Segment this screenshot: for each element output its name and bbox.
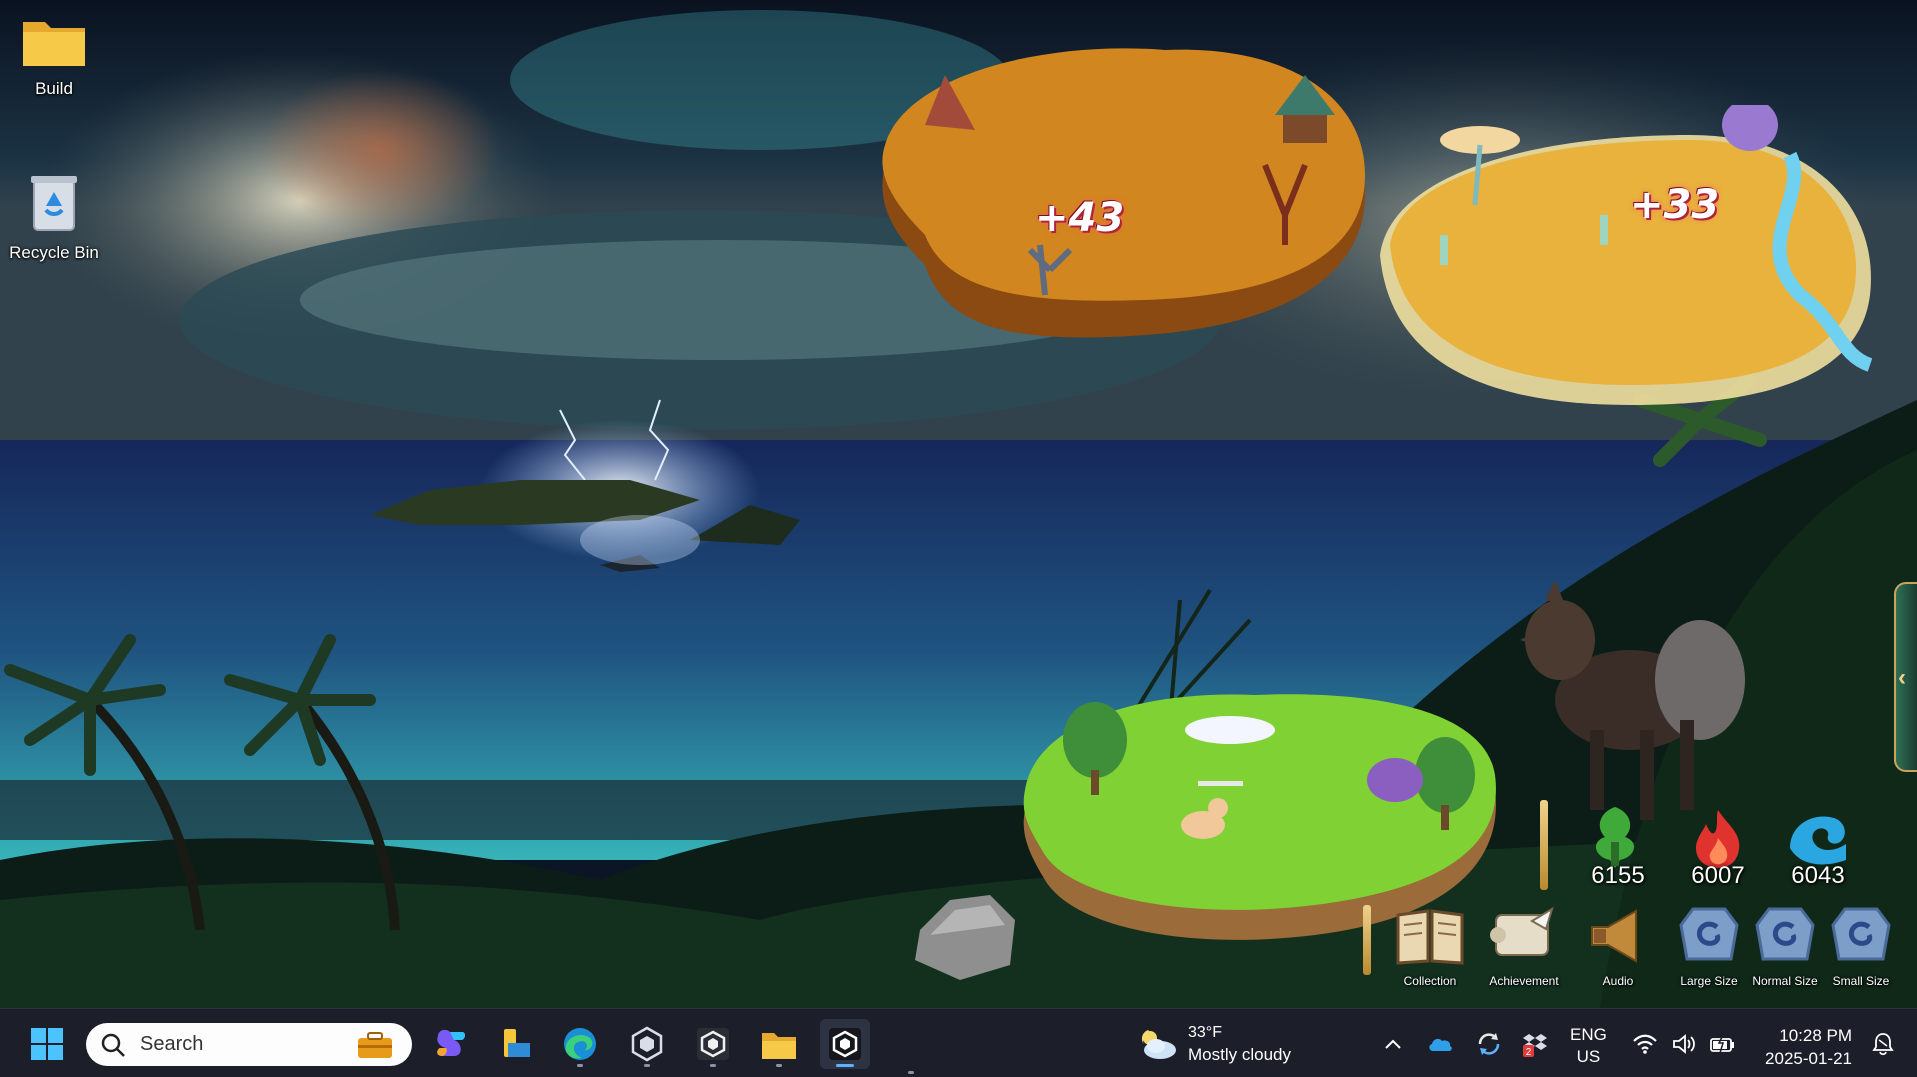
desktop-icon-build[interactable]: Build <box>4 12 104 99</box>
bell-notification-icon <box>1872 1033 1894 1056</box>
unity-cube-icon <box>697 1028 729 1060</box>
desktop-icon-label: Recycle Bin <box>9 243 99 262</box>
dropbox-tray-button[interactable]: 2 <box>1520 1029 1550 1059</box>
file-explorer-blue-icon <box>504 1029 530 1057</box>
clock-date[interactable]: 10:28 PM 2025-01-21 <box>1752 1024 1852 1070</box>
wifi-icon <box>1633 1034 1657 1054</box>
onedrive-tray-button[interactable] <box>1425 1029 1455 1059</box>
scroll-icon <box>1490 906 1554 956</box>
audio-button[interactable]: Audio <box>1577 905 1659 988</box>
region-code: US <box>1576 1047 1601 1066</box>
large-size-gem-icon <box>1679 907 1739 961</box>
sync-icon <box>1478 1033 1500 1055</box>
normal-size-label: Normal Size <box>1752 974 1818 988</box>
earth-count: 6155 <box>1591 862 1645 889</box>
audio-label: Audio <box>1602 974 1634 988</box>
normal-size-button[interactable]: Normal Size <box>1746 905 1824 988</box>
sync-tray-button[interactable] <box>1474 1029 1504 1059</box>
small-size-label: Small Size <box>1832 974 1890 988</box>
collection-button[interactable]: Collection <box>1389 905 1471 988</box>
water-count: 6043 <box>1791 862 1845 889</box>
taskbar-search[interactable]: Search <box>86 1023 412 1066</box>
clock-time: 10:28 PM <box>1779 1026 1852 1045</box>
large-size-label: Large Size <box>1680 974 1738 988</box>
speaker-volume-icon <box>1673 1034 1695 1054</box>
chevron-left-icon: ‹ <box>1898 664 1906 691</box>
collection-label: Collection <box>1403 974 1457 988</box>
volume-button[interactable] <box>1670 1029 1700 1059</box>
taskbar-files-app[interactable] <box>490 1019 540 1069</box>
copilot-icon <box>437 1029 465 1056</box>
start-button[interactable] <box>22 1019 72 1069</box>
show-hidden-icons-button[interactable] <box>1378 1029 1408 1059</box>
clock-date-text: 2025-01-21 <box>1765 1049 1852 1068</box>
normal-size-gem-icon <box>1755 907 1815 961</box>
horn-speaker-icon <box>1591 909 1637 963</box>
weather-condition: Mostly cloudy <box>1188 1045 1291 1064</box>
book-icon <box>1396 909 1464 965</box>
taskbar-edge[interactable] <box>555 1019 605 1069</box>
notification-badge: 2 <box>1526 1047 1532 1058</box>
battery-charging-icon <box>1710 1034 1734 1054</box>
folder-icon <box>23 22 85 66</box>
onedrive-cloud-icon <box>1429 1038 1452 1051</box>
windows-logo-icon <box>31 1028 63 1060</box>
desert-island-gain: +33 <box>1630 182 1720 228</box>
small-size-button[interactable]: Small Size <box>1822 905 1900 988</box>
taskbar-unity-editor[interactable] <box>688 1019 738 1069</box>
taskbar-unity-game[interactable] <box>820 1019 870 1069</box>
weather-temperature: 33°F <box>1188 1024 1222 1041</box>
network-button[interactable] <box>1630 1029 1660 1059</box>
briefcase-icon <box>358 1032 392 1058</box>
desktop-icon-recycle-bin[interactable]: Recycle Bin <box>4 170 104 263</box>
edge-browser-icon <box>564 1028 596 1060</box>
taskbar-copilot[interactable] <box>425 1019 475 1069</box>
taskbar-file-explorer[interactable] <box>754 1019 804 1069</box>
battery-button[interactable] <box>1708 1029 1738 1059</box>
partly-cloudy-moon-icon <box>1141 1030 1176 1059</box>
achievement-button[interactable]: Achievement <box>1483 905 1565 988</box>
taskbar-overflow-indicator <box>908 1071 914 1074</box>
fire-count: 6007 <box>1691 862 1745 889</box>
desert-island[interactable] <box>1370 105 1880 415</box>
folder-icon <box>762 1033 796 1059</box>
hud-divider <box>1540 800 1548 890</box>
unity-cube-icon <box>829 1028 861 1060</box>
recycle-bin-icon <box>31 176 77 231</box>
taskbar-unity-hub[interactable] <box>622 1019 672 1069</box>
water-element-icon <box>1790 816 1846 865</box>
autumn-island-gain: +43 <box>1035 195 1125 241</box>
unity-cube-icon <box>631 1026 663 1062</box>
achievement-label: Achievement <box>1489 974 1559 988</box>
search-icon <box>101 1033 125 1057</box>
taskbar: Search 33°F Mostly cloudy 2 ENG US 10:28… <box>0 1008 1917 1077</box>
language-code: ENG <box>1570 1025 1607 1044</box>
dropbox-icon: 2 <box>1523 1034 1547 1058</box>
weather-widget[interactable]: 33°F Mostly cloudy <box>1136 1021 1291 1067</box>
input-language-indicator[interactable]: ENG US <box>1570 1024 1607 1068</box>
chevron-up-icon <box>1385 1039 1401 1049</box>
notification-center-button[interactable] <box>1868 1029 1898 1059</box>
search-placeholder: Search <box>140 1033 204 1055</box>
fire-element-icon <box>1696 810 1740 868</box>
desktop-icon-label: Build <box>35 79 73 98</box>
hud-divider <box>1363 905 1371 975</box>
large-size-button[interactable]: Large Size <box>1670 905 1748 988</box>
side-panel-toggle[interactable]: ‹ <box>1894 582 1917 772</box>
small-size-gem-icon <box>1831 907 1891 961</box>
